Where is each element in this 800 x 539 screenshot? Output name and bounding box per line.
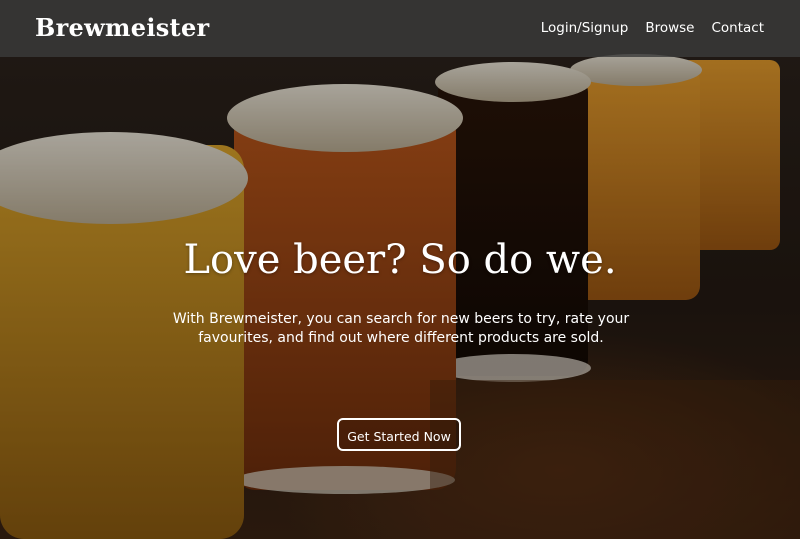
hero-section: Love beer? So do we. With Brewmeister, y…	[0, 0, 800, 539]
get-started-button[interactable]: Get Started Now	[337, 418, 461, 451]
hero-description: With Brewmeister, you can search for new…	[172, 311, 630, 346]
hero-title: Love beer? So do we.	[183, 237, 617, 283]
landing-page: Brewmeister Login/Signup Browse Contact …	[0, 0, 800, 539]
